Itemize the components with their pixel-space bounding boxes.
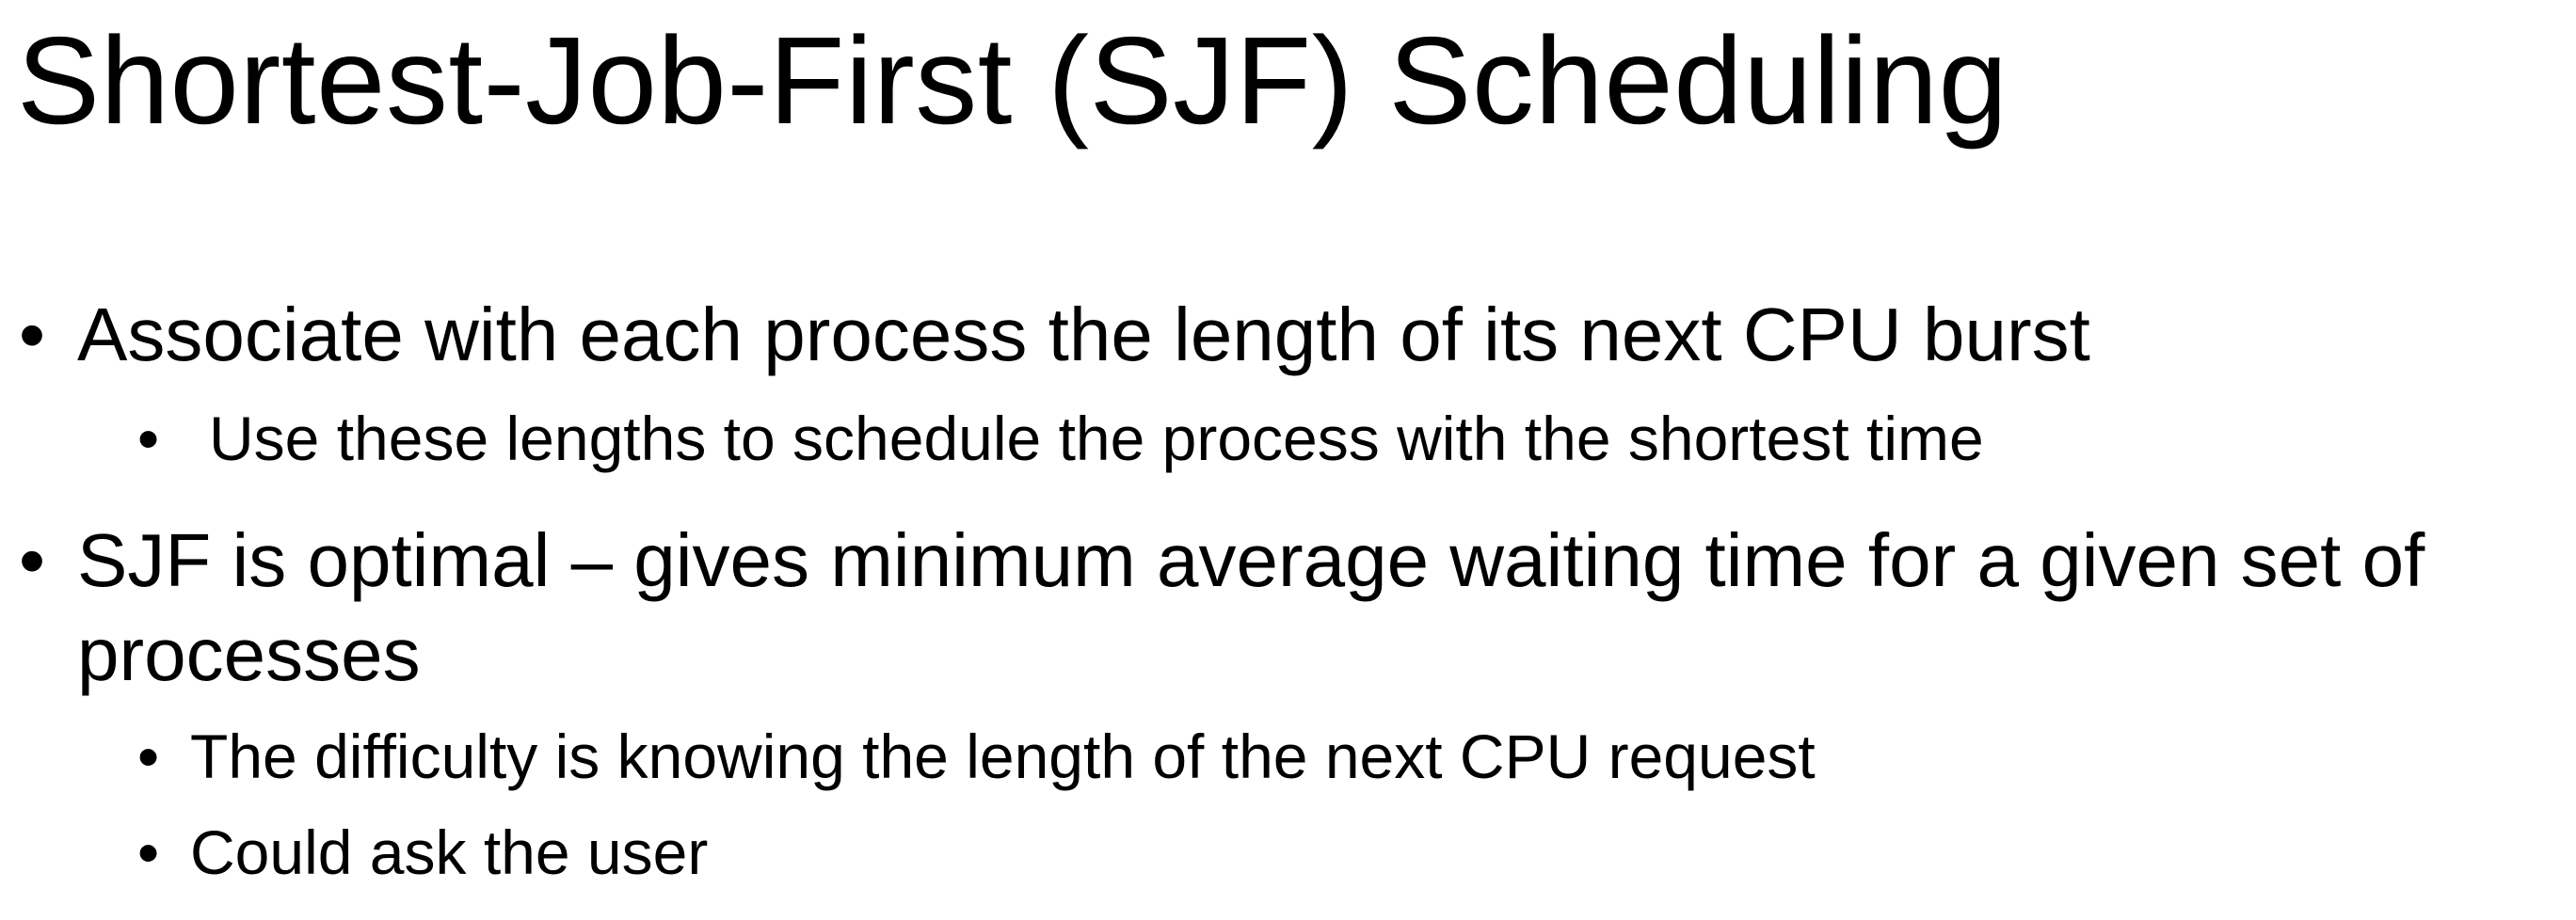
sub-bullet-marker: • bbox=[137, 722, 160, 791]
bullet-1-text: Associate with each process the length o… bbox=[77, 293, 2090, 376]
sub-bullet-2-1-text: The difficulty is knowing the length of … bbox=[190, 722, 1816, 791]
bullet-2-continuation: processes bbox=[77, 606, 421, 704]
sub-bullet-marker: • bbox=[137, 404, 160, 473]
bullet-2: • SJF is optimal – gives minimum average… bbox=[19, 512, 2425, 610]
bullet-2-text-line-2: processes bbox=[77, 612, 421, 696]
sub-bullet-2-2-text: Could ask the user bbox=[190, 817, 709, 887]
slide: Shortest-Job-First (SJF) Scheduling • As… bbox=[0, 0, 2576, 920]
bullet-1: • Associate with each process the length… bbox=[19, 286, 2090, 384]
sub-bullet-marker: • bbox=[137, 817, 160, 887]
sub-bullet-2-2: • Could ask the user bbox=[137, 811, 709, 894]
bullet-marker: • bbox=[19, 518, 46, 602]
sub-bullet-1-1: • Use these lengths to schedule the proc… bbox=[137, 397, 1984, 480]
bullet-marker: • bbox=[19, 293, 46, 376]
sub-bullet-2-1: • The difficulty is knowing the length o… bbox=[137, 715, 1816, 798]
bullet-2-text-line-1: SJF is optimal – gives minimum average w… bbox=[77, 518, 2425, 602]
slide-title: Shortest-Job-First (SJF) Scheduling bbox=[17, 11, 2008, 150]
sub-bullet-1-1-text: Use these lengths to schedule the proces… bbox=[209, 404, 1984, 473]
